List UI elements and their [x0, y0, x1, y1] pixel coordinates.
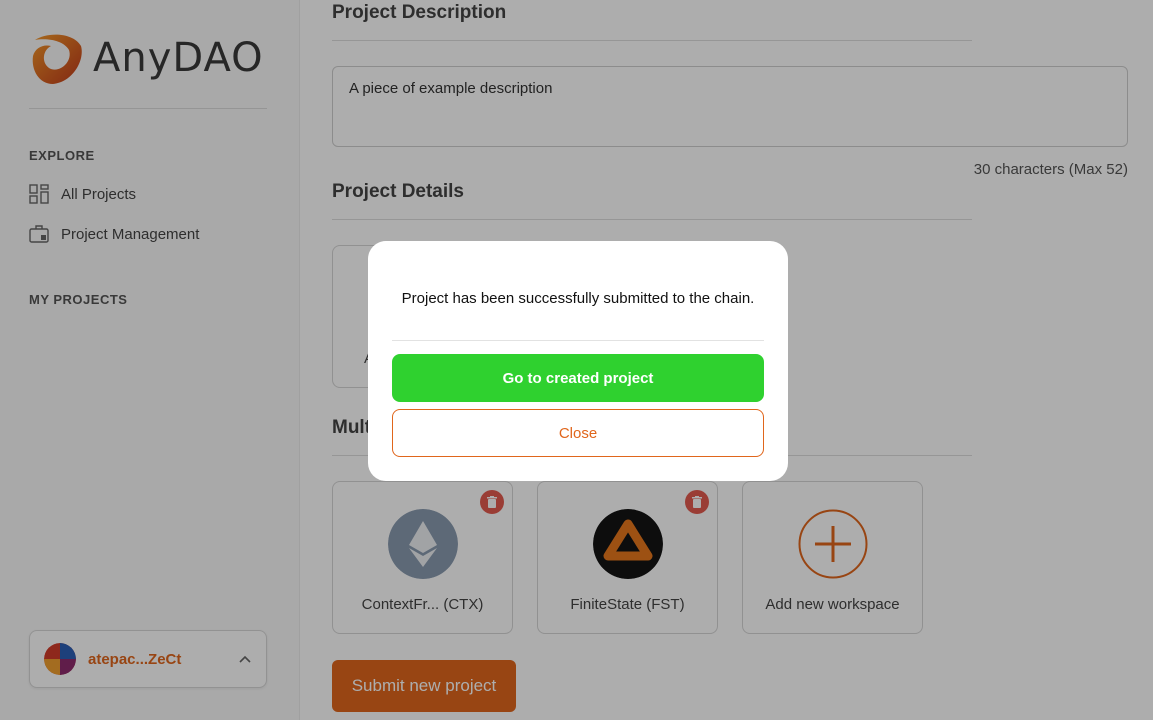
- success-dialog: Project has been successfully submitted …: [368, 241, 788, 481]
- dialog-divider: [392, 340, 764, 341]
- dialog-message: Project has been successfully submitted …: [401, 290, 755, 307]
- go-to-project-button[interactable]: Go to created project: [392, 354, 764, 402]
- close-button[interactable]: Close: [392, 409, 764, 457]
